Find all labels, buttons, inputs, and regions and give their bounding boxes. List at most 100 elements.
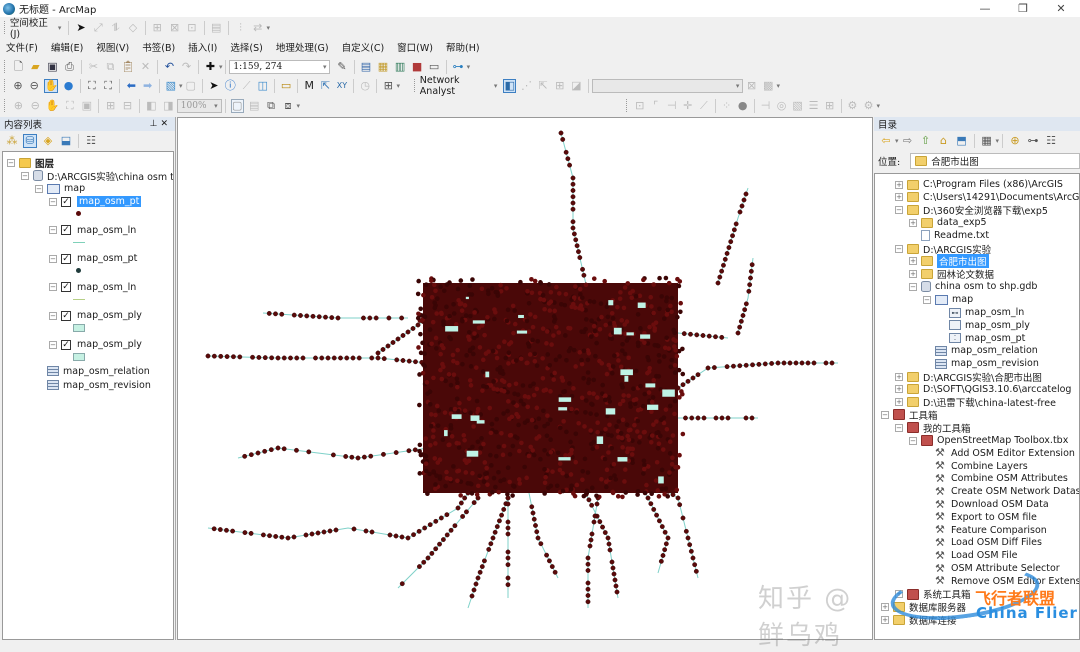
print-icon[interactable]: ⎙ [63, 60, 76, 74]
collapse-icon[interactable]: − [895, 244, 903, 253]
menu-selection[interactable]: 选择(S) [230, 40, 262, 54]
catalog-item[interactable]: Readme.txt [921, 229, 989, 242]
list-by-visibility-icon[interactable]: ◈ [41, 134, 55, 148]
collapse-icon[interactable]: − [49, 226, 57, 235]
view-link-table-icon[interactable]: ⊠ [168, 21, 181, 35]
link-table-icon[interactable]: ⥮ [109, 21, 122, 35]
minimize-button[interactable]: — [966, 0, 1004, 17]
rotate-icon[interactable]: ◇ [126, 21, 139, 35]
save-icon[interactable]: ▣ [46, 60, 59, 74]
disconnect-folder-icon[interactable]: ⊶ [1026, 134, 1040, 148]
zoom-out-icon[interactable]: ⊖ [28, 79, 40, 93]
arctoolbox-icon[interactable]: ■ [411, 60, 424, 74]
select-features-icon[interactable]: ▧ [165, 79, 177, 93]
copy-icon[interactable]: ⧉ [104, 60, 117, 74]
select-move-location-icon[interactable]: ⇱ [537, 79, 550, 93]
location-field[interactable]: 合肥市出图 [910, 153, 1080, 169]
catalog-item[interactable]: + D:\ARCGIS实验\合肥市出图 [895, 370, 1042, 384]
focus-data-frame-icon[interactable]: ▤ [248, 99, 261, 113]
topology-icon[interactable]: ◎ [776, 99, 788, 113]
directions-icon[interactable]: ◪ [570, 79, 583, 93]
fixed-zoom-out-icon[interactable]: ⛶ [102, 79, 114, 93]
collapse-icon[interactable]: − [881, 410, 889, 419]
network-dataset-combo[interactable]: ▾ [591, 78, 744, 93]
layout-zoom-combo[interactable]: 100% ▾ [176, 98, 222, 113]
layout-zoom-out-icon[interactable]: ⊖ [29, 99, 42, 113]
visibility-checkbox[interactable]: ✓ [61, 282, 71, 293]
menu-geoprocessing[interactable]: 地理处理(G) [276, 40, 329, 54]
full-extent-icon[interactable]: ● [62, 79, 74, 93]
change-layout-icon[interactable]: ⧉ [265, 99, 278, 113]
menu-help[interactable]: 帮助(H) [446, 40, 480, 54]
layout-pan-icon[interactable]: ✋ [46, 99, 60, 113]
select-elements-icon[interactable]: ➤ [74, 21, 87, 35]
catalog-item[interactable]: ⚒ Load OSM File [935, 549, 1017, 562]
collapse-icon[interactable]: − [909, 436, 917, 445]
collapse-icon[interactable]: − [923, 295, 931, 304]
catalog-item[interactable]: − D:\ARCGIS实验 [895, 242, 991, 256]
network-analyst-menu[interactable]: Network Analyst [420, 75, 490, 97]
fixed-zoom-in-layout-icon[interactable]: ⊞ [104, 99, 117, 113]
collapse-icon[interactable]: − [49, 311, 57, 320]
paste-icon[interactable]: 📋︎ [121, 60, 135, 74]
zoom-in-icon[interactable]: ⊕ [12, 79, 24, 93]
collapse-icon[interactable]: − [49, 340, 57, 349]
forward-icon[interactable]: ⇨ [901, 134, 915, 148]
toc-table[interactable]: map_osm_revision [47, 379, 151, 392]
shift-icon[interactable]: ⊡ [185, 21, 198, 35]
catalog-item[interactable]: + C:\Program Files (x86)\ArcGIS [895, 178, 1063, 191]
catalog-item[interactable]: + D:\迅雷下载\china-latest-free [895, 396, 1056, 409]
catalog-item[interactable]: map_osm_ply [949, 319, 1030, 332]
zoom-100-icon[interactable]: ▣ [80, 99, 93, 113]
add-control-points-icon[interactable]: ⤢ [92, 21, 105, 35]
solve-icon[interactable]: ⊠ [745, 79, 758, 93]
catalog-item[interactable]: ⊷ map_osm_ln [949, 306, 1024, 319]
collapse-icon[interactable]: − [49, 254, 57, 263]
catalog-item[interactable]: ⚒ Export to OSM file [935, 511, 1037, 524]
undo-icon[interactable]: ↶ [163, 60, 176, 74]
new-icon[interactable]: 🗋 [12, 60, 25, 74]
cut-polygon-icon[interactable]: ✛ [682, 99, 694, 113]
list-by-source-icon[interactable]: ⛁ [23, 134, 37, 148]
expand-icon[interactable]: + [895, 372, 903, 381]
visibility-checkbox[interactable]: ✓ [61, 310, 71, 321]
layer-name[interactable]: map_osm_pt [77, 196, 142, 207]
visibility-checkbox[interactable]: ✓ [61, 253, 71, 264]
split-icon[interactable]: ⊣ [666, 99, 678, 113]
options-icon[interactable]: ⚙ [846, 99, 858, 113]
catalog-item[interactable]: ⚒ Create OSM Network Dataset [935, 485, 1079, 498]
catalog-icon[interactable]: ▦ [376, 60, 389, 74]
table-tool-icon[interactable]: ☰ [808, 99, 820, 113]
collapse-icon[interactable]: − [909, 282, 917, 291]
visibility-checkbox[interactable]: ✓ [61, 339, 71, 350]
sphere-icon[interactable]: ● [737, 99, 749, 113]
catalog-item[interactable]: ⁚ map_osm_pt [949, 332, 1025, 345]
flip-icon[interactable]: ⇄ [251, 21, 264, 35]
sketch-properties-icon[interactable]: ▧ [792, 99, 804, 113]
catalog-item[interactable]: − OpenStreetMap Toolbox.tbx [909, 434, 1068, 447]
catalog-item[interactable]: ⚒ Combine Layers [935, 460, 1028, 473]
magnifier-window-icon[interactable]: ⊞ [382, 79, 394, 93]
close-panel-icon[interactable]: ✕ [160, 119, 171, 129]
expand-icon[interactable]: + [895, 385, 903, 394]
identify-icon[interactable]: ⓘ [224, 79, 236, 93]
python-window-icon[interactable]: ▭ [428, 60, 441, 74]
catalog-item[interactable]: ⚒ Feature Comparison [935, 524, 1047, 537]
catalog-item[interactable]: map_osm_relation [935, 344, 1038, 357]
catalog-item[interactable]: − D:\360安全浏览器下载\exp5 [895, 204, 1048, 217]
toc-table[interactable]: map_osm_relation [47, 365, 150, 378]
menu-edit[interactable]: 编辑(E) [51, 40, 83, 54]
toc-layer[interactable]: − ✓ map_osm_pt [49, 195, 142, 208]
sketch-icon[interactable]: ⁘ [721, 99, 733, 113]
measure-icon[interactable]: ▭ [280, 79, 292, 93]
visibility-checkbox[interactable]: ✓ [61, 196, 71, 207]
home-icon[interactable]: ⌂ [937, 134, 951, 148]
go-forward-icon[interactable]: ➡ [141, 79, 153, 93]
restore-button[interactable]: ❐ [1004, 0, 1042, 17]
menu-customize[interactable]: 自定义(C) [342, 40, 385, 54]
pan-icon[interactable]: ✋ [44, 78, 59, 93]
build-network-icon[interactable]: ⊞ [553, 79, 566, 93]
clear-selection-icon[interactable]: ▢ [185, 79, 197, 93]
fixed-zoom-in-icon[interactable]: ⛶ [86, 79, 98, 93]
network-identify-icon[interactable]: ▩ [762, 79, 775, 93]
